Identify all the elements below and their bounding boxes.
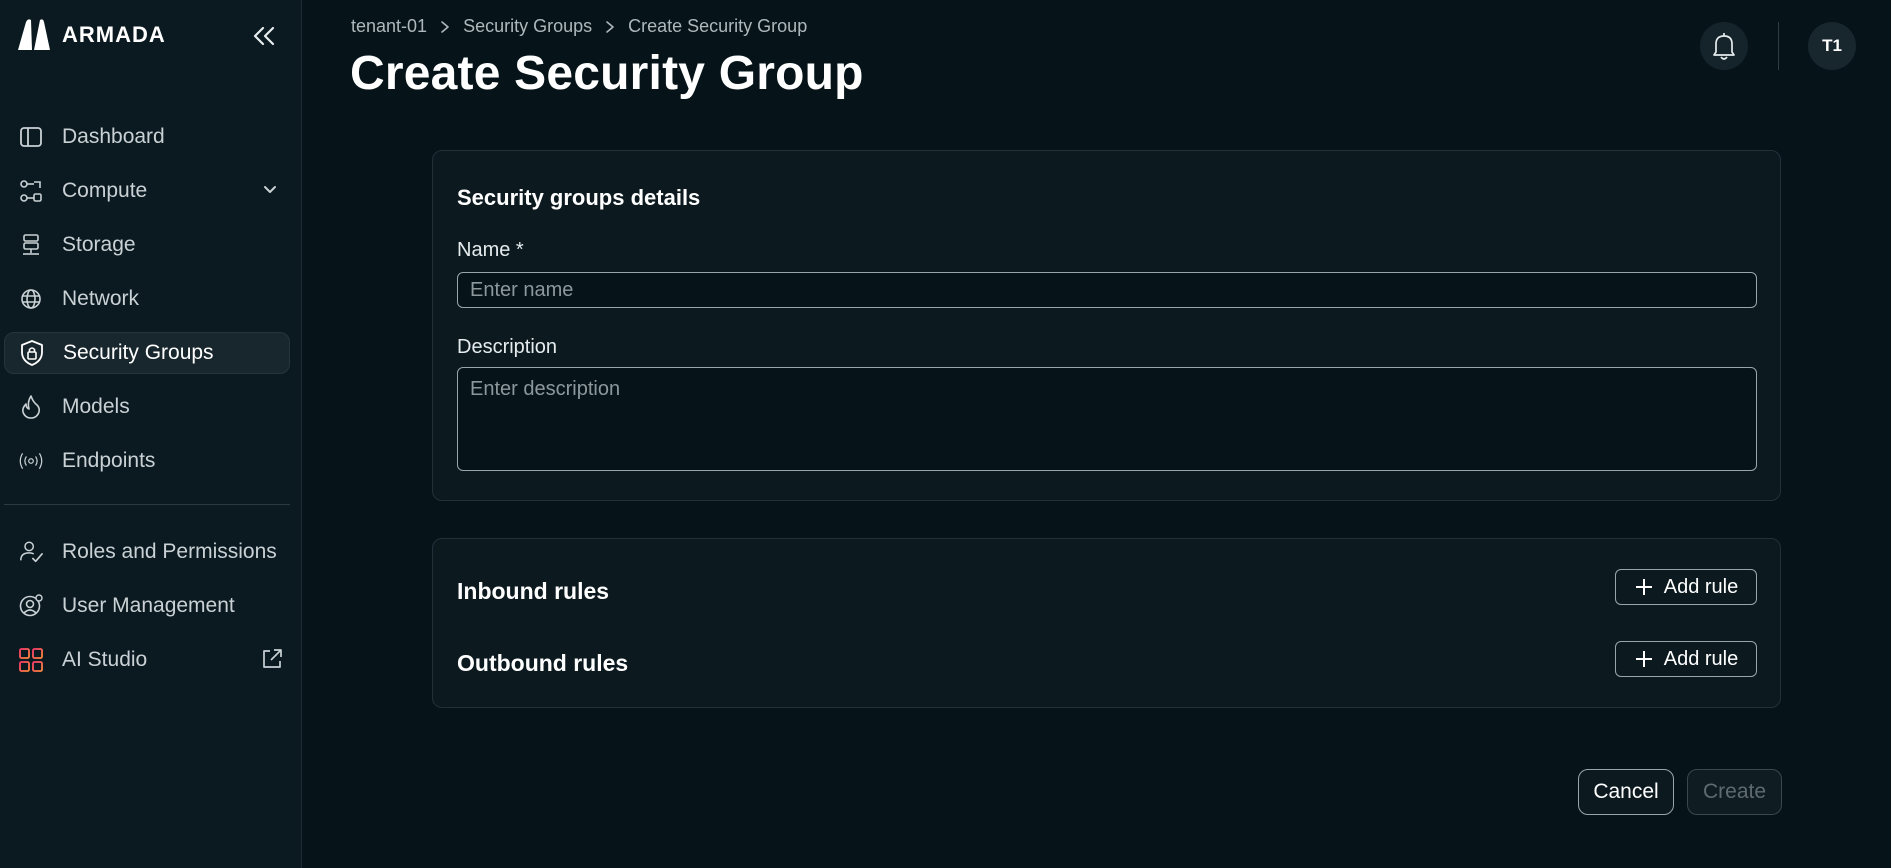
sidebar-divider bbox=[4, 504, 290, 505]
server-icon bbox=[18, 232, 44, 258]
create-button[interactable]: Create bbox=[1687, 769, 1782, 815]
page-title: Create Security Group bbox=[350, 47, 864, 100]
sidebar-item-label: Security Groups bbox=[63, 341, 214, 364]
sidebar-item-label: Dashboard bbox=[62, 125, 165, 148]
sidebar-nav: Dashboard Compute Storage Network Securi… bbox=[4, 116, 290, 494]
bell-icon bbox=[1713, 33, 1735, 60]
sidebar-item-dashboard[interactable]: Dashboard bbox=[4, 116, 290, 158]
sidebar-item-ai-studio[interactable]: AI Studio bbox=[4, 639, 290, 681]
details-title: Security groups details bbox=[457, 185, 701, 210]
sidebar-item-label: Network bbox=[62, 287, 140, 310]
armada-logo-icon bbox=[16, 18, 54, 52]
name-label: Name * bbox=[457, 239, 524, 261]
sidebar-item-network[interactable]: Network bbox=[4, 278, 290, 320]
sidebar-item-compute[interactable]: Compute bbox=[4, 170, 290, 212]
chevron-right-icon bbox=[604, 20, 616, 34]
sidebar-item-user-management[interactable]: User Management bbox=[4, 585, 290, 627]
shield-lock-icon bbox=[19, 340, 45, 366]
sidebar-item-label: Storage bbox=[62, 233, 136, 256]
rules-card: Inbound rules Add rule Outbound rules Ad… bbox=[432, 538, 1781, 708]
double-chevron-left-icon bbox=[253, 26, 275, 46]
ai-studio-grid-icon bbox=[18, 647, 44, 673]
sidebar-item-storage[interactable]: Storage bbox=[4, 224, 290, 266]
sidebar-layout-icon bbox=[18, 124, 44, 150]
broadcast-icon bbox=[18, 448, 44, 474]
flame-icon bbox=[18, 394, 44, 420]
chevron-right-icon bbox=[439, 20, 451, 34]
external-link-icon bbox=[260, 647, 284, 677]
notifications-button[interactable] bbox=[1700, 22, 1748, 70]
sidebar-item-label: Compute bbox=[62, 179, 148, 202]
security-group-details-card: Security groups details Name * Descripti… bbox=[432, 150, 1781, 501]
sidebar-item-security-groups[interactable]: Security Groups bbox=[4, 332, 290, 374]
globe-icon bbox=[18, 286, 44, 312]
breadcrumb-security-groups[interactable]: Security Groups bbox=[463, 16, 592, 37]
add-rule-label: Add rule bbox=[1663, 575, 1739, 598]
sidebar-item-label: AI Studio bbox=[62, 648, 148, 671]
add-rule-label: Add rule bbox=[1663, 647, 1739, 670]
description-label: Description bbox=[457, 336, 558, 358]
sidebar: ARMADA Dashboard Compute Storage Network… bbox=[0, 0, 302, 868]
name-input[interactable] bbox=[457, 272, 1757, 308]
cancel-button[interactable]: Cancel bbox=[1578, 769, 1674, 815]
brand[interactable]: ARMADA bbox=[16, 18, 166, 52]
chevron-down-icon[interactable] bbox=[260, 179, 280, 205]
sidebar-item-roles-and-permissions[interactable]: Roles and Permissions bbox=[4, 531, 290, 573]
header-divider bbox=[1778, 22, 1779, 70]
sidebar-item-endpoints[interactable]: Endpoints bbox=[4, 440, 290, 482]
user-settings-icon bbox=[18, 593, 44, 619]
sidebar-item-label: Models bbox=[62, 395, 130, 418]
sidebar-secondary-nav: Roles and Permissions User Management AI… bbox=[4, 531, 290, 693]
breadcrumb: tenant-01 Security Groups Create Securit… bbox=[351, 16, 807, 37]
breadcrumb-current: Create Security Group bbox=[628, 16, 808, 36]
sidebar-item-label: User Management bbox=[62, 594, 235, 617]
breadcrumb-tenant[interactable]: tenant-01 bbox=[351, 16, 427, 37]
add-outbound-rule-button[interactable]: Add rule bbox=[1615, 641, 1757, 677]
user-check-icon bbox=[18, 539, 44, 565]
add-inbound-rule-button[interactable]: Add rule bbox=[1615, 569, 1757, 605]
sidebar-item-models[interactable]: Models bbox=[4, 386, 290, 428]
sidebar-item-label: Roles and Permissions bbox=[62, 540, 277, 563]
brand-name: ARMADA bbox=[62, 22, 166, 47]
plus-icon bbox=[1635, 651, 1652, 667]
inbound-rules-title: Inbound rules bbox=[457, 578, 610, 604]
compute-nodes-icon bbox=[18, 178, 44, 204]
description-textarea[interactable] bbox=[457, 367, 1757, 471]
collapse-sidebar-button[interactable] bbox=[250, 22, 278, 50]
sidebar-item-label: Endpoints bbox=[62, 449, 156, 472]
avatar[interactable]: T1 bbox=[1808, 22, 1856, 70]
plus-icon bbox=[1635, 579, 1652, 595]
outbound-rules-title: Outbound rules bbox=[457, 650, 629, 676]
